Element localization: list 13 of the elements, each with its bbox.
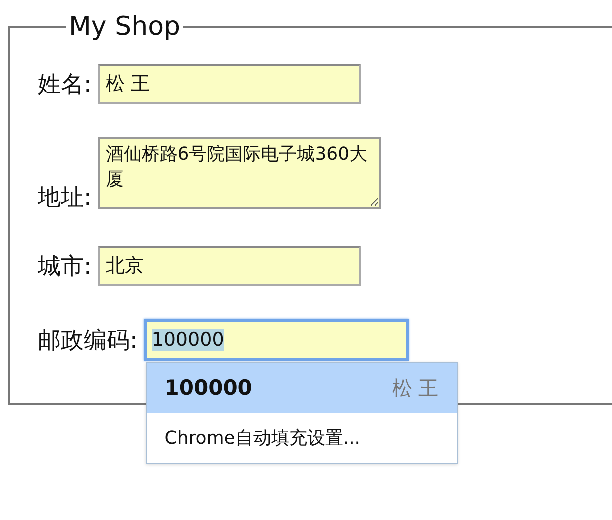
suggestion-value: 100000 — [164, 376, 252, 400]
suggestion-name: 松 王 — [392, 374, 439, 402]
input-field[interactable]: 北京 — [98, 246, 361, 286]
field-label: 城市: — [38, 252, 92, 282]
suggestion-item[interactable]: 100000 松 王 — [146, 363, 457, 413]
field-label: 地址: — [38, 184, 92, 213]
address-field[interactable]: 酒仙桥路6号院国际电子城360大厦 — [98, 137, 381, 209]
input-field[interactable]: 100000 — [144, 319, 409, 361]
autofill-settings-item[interactable]: Chrome自动填充设置... — [146, 413, 457, 463]
form-title: My Shop — [68, 12, 182, 42]
field-label: 邮政编码: — [38, 326, 138, 356]
field-label: 姓名: — [38, 70, 92, 100]
input-field[interactable]: 松 王 — [98, 64, 361, 104]
